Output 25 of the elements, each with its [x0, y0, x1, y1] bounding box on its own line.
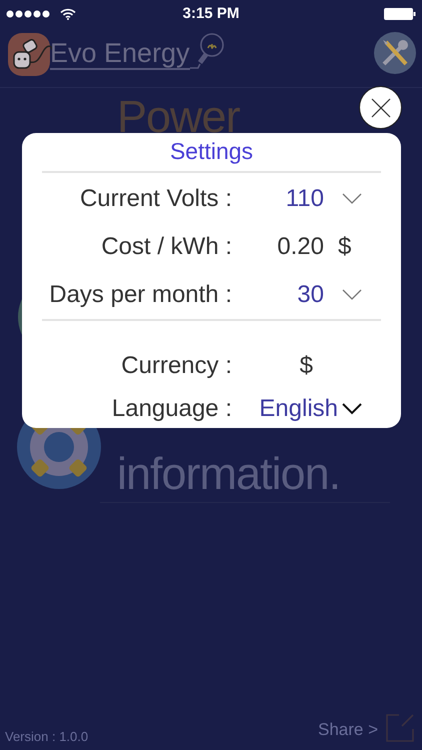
setting-value[interactable]: 30 [297, 281, 324, 308]
setting-label: Days per month : [48, 280, 233, 310]
signal-icon [6, 10, 52, 18]
status-time: 3:15 PM [182, 4, 240, 24]
settings-button[interactable] [374, 32, 416, 74]
wifi-icon [60, 8, 76, 20]
close-button[interactable] [359, 86, 402, 129]
tools-icon [380, 38, 410, 68]
plug-icon [8, 32, 52, 76]
lightbulb-icon [190, 32, 224, 70]
dialog-title: Settings [168, 137, 254, 166]
currency-unit: $ [338, 232, 352, 262]
setting-value[interactable]: 0.20 [277, 233, 324, 260]
setting-value[interactable]: $ [300, 352, 313, 378]
chevron-down-icon[interactable] [342, 402, 362, 414]
battery-icon [384, 8, 416, 20]
version-label: Version : 1.0.0 [5, 728, 88, 746]
setting-label: Currency : [120, 351, 233, 381]
setting-label: Current Volts : [78, 184, 233, 214]
app-title: Evo Energy [50, 38, 190, 70]
close-icon [370, 96, 392, 118]
setting-label: Language : [110, 394, 233, 424]
setting-label: Cost / kWh : [100, 232, 233, 262]
setting-value[interactable]: English [259, 394, 338, 422]
setting-value[interactable]: 110 [286, 185, 324, 212]
